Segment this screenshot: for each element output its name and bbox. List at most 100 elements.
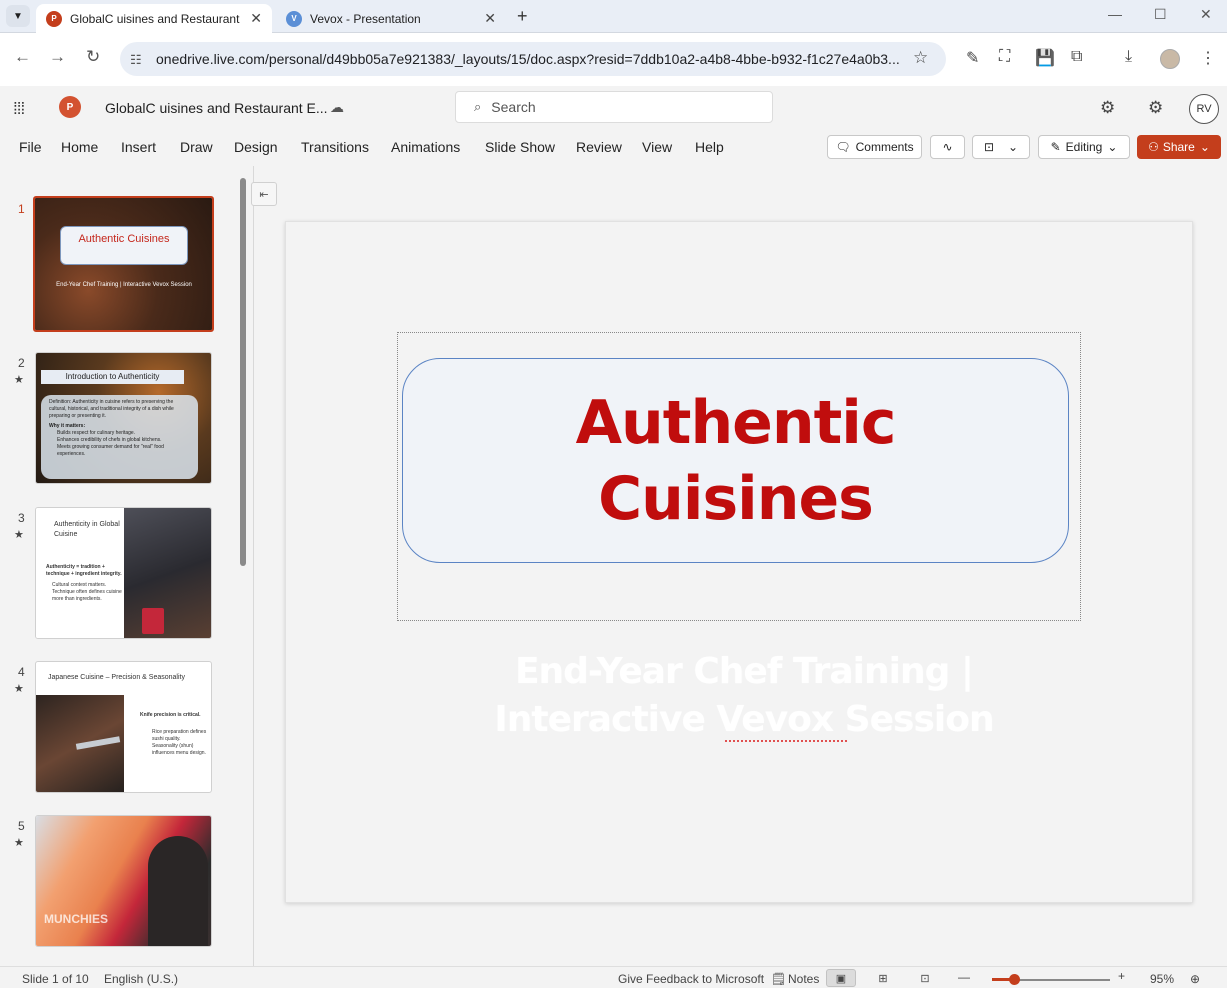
language-indicator[interactable]: English (U.S.) xyxy=(104,972,178,986)
fit-to-window-icon[interactable]: ⊕ xyxy=(1190,972,1200,986)
pane-divider[interactable] xyxy=(253,166,254,966)
url-field[interactable]: onedrive.live.com/personal/d49bb05a7e921… xyxy=(120,42,946,76)
slide-number: 2 xyxy=(18,356,25,370)
minimize-icon[interactable]: — xyxy=(1108,6,1122,22)
app-launcher-icon[interactable]: ⁞⁞⁞ xyxy=(13,99,25,119)
thumb-title: Japanese Cuisine – Precision & Seasonali… xyxy=(48,674,185,681)
search-icon: ⌕ xyxy=(474,99,482,114)
chevron-down-icon[interactable]: ⌄ xyxy=(1008,140,1018,154)
reload-icon[interactable]: ↻ xyxy=(86,47,100,67)
thumb-title: Introduction to Authenticity xyxy=(41,370,184,384)
browser-tab-presentation[interactable]: P GlobalC uisines and Restaurant ✕ xyxy=(36,4,272,33)
menu-review[interactable]: Review xyxy=(576,139,622,155)
tab-title: Vevox - Presentation xyxy=(310,11,421,26)
extension-pen-icon[interactable]: ✎ xyxy=(966,48,979,68)
settings-gear-icon[interactable]: ⚙ xyxy=(1100,98,1115,118)
zoom-out-icon[interactable]: — xyxy=(958,970,970,984)
comments-button[interactable]: 🗨 Comments xyxy=(827,135,922,159)
new-tab-icon[interactable]: + xyxy=(517,6,528,27)
thumb-bullet: Authenticity = tradition + technique + i… xyxy=(46,564,122,577)
maximize-icon[interactable]: ☐ xyxy=(1154,6,1167,23)
menu-animations[interactable]: Animations xyxy=(391,139,460,155)
thumb-bullet: Definition: Authenticity in cuisine refe… xyxy=(49,399,174,419)
menu-file[interactable]: File xyxy=(19,139,42,155)
account-settings-gear-icon[interactable]: ⚙ xyxy=(1148,98,1163,118)
share-button[interactable]: ⚇ Share ⌄ xyxy=(1137,135,1221,159)
slide-thumbnail-3[interactable]: Authenticity in Global Cuisine Authentic… xyxy=(35,507,212,639)
menu-design[interactable]: Design xyxy=(234,139,278,155)
ribbon-menu-bar: File Home Insert Draw Design Transitions… xyxy=(0,130,1227,166)
thumbnails-scrollbar[interactable] xyxy=(240,178,246,566)
pencil-icon: ✎ xyxy=(1050,140,1061,154)
window-close-icon[interactable]: ✕ xyxy=(1200,6,1212,23)
thumb-title: Authenticity in Global Cuisine xyxy=(54,521,120,538)
tab-search-button[interactable]: ▼ xyxy=(6,5,30,27)
cloud-sync-icon[interactable]: ☁ xyxy=(330,99,344,116)
slide-thumbnail-4[interactable]: Japanese Cuisine – Precision & Seasonali… xyxy=(35,661,212,793)
close-icon[interactable]: ✕ xyxy=(250,10,262,27)
menu-insert[interactable]: Insert xyxy=(121,139,156,155)
reading-view-button[interactable]: ⊡ xyxy=(910,969,940,987)
red-stool-shape xyxy=(142,608,164,634)
powerpoint-logo-icon[interactable]: P xyxy=(59,96,81,118)
chevron-down-icon: ⌄ xyxy=(1107,140,1118,154)
slide-number: 1 xyxy=(18,202,25,216)
comment-icon: 🗨 xyxy=(835,140,851,154)
slide-number: 5 xyxy=(18,819,25,833)
slide-thumbnail-1[interactable]: Authentic Cuisines End-Year Chef Trainin… xyxy=(33,196,214,332)
share-people-icon: ⚇ xyxy=(1148,140,1159,154)
extensions-puzzle-icon[interactable]: ⧉ xyxy=(1071,48,1082,66)
user-avatar[interactable]: RV xyxy=(1189,94,1219,124)
animation-star-icon: ★ xyxy=(14,529,24,541)
collapse-pane-icon[interactable]: ⇤ xyxy=(251,182,277,206)
present-icon: ⊡ xyxy=(983,140,994,154)
site-settings-icon[interactable]: ☷ xyxy=(130,52,142,68)
menu-view[interactable]: View xyxy=(642,139,672,155)
menu-transitions[interactable]: Transitions xyxy=(301,139,369,155)
normal-view-button[interactable]: ▣ xyxy=(826,969,856,987)
thumb-bullet: Meets growing consumer demand for "real"… xyxy=(57,444,164,457)
save-icon[interactable]: 💾 xyxy=(1035,48,1055,68)
normal-view-icon: ▣ xyxy=(835,972,847,985)
slide-subtitle[interactable]: End-Year Chef Training | Interactive Vev… xyxy=(440,648,1048,744)
thumb-bullet: Technique often defines cuisine more tha… xyxy=(52,589,122,602)
close-icon[interactable]: ✕ xyxy=(484,10,496,27)
catch-up-button[interactable]: ∿ xyxy=(930,135,965,159)
chevron-down-icon: ⌄ xyxy=(1199,140,1210,154)
browser-menu-icon[interactable]: ⋮ xyxy=(1200,48,1216,68)
zoom-in-icon[interactable]: + xyxy=(1118,969,1125,983)
notes-button[interactable]: Notes xyxy=(788,972,819,986)
subtitle-line: Interactive Vevox Session xyxy=(494,699,994,740)
present-button[interactable]: ⊡ ⌄ xyxy=(972,135,1030,159)
powerpoint-icon: P xyxy=(46,10,62,27)
download-icon[interactable]: ⤓ xyxy=(1125,48,1132,66)
forward-arrow-icon[interactable]: → xyxy=(49,47,66,67)
menu-draw[interactable]: Draw xyxy=(180,139,213,155)
slide-title-box[interactable]: Authentic Cuisines xyxy=(402,358,1069,563)
thumb-bullet: Rice preparation defines sushi quality. xyxy=(152,729,207,742)
animation-star-icon: ★ xyxy=(14,837,24,849)
slide-thumbnail-5[interactable]: MUNCHIES xyxy=(35,815,212,947)
back-arrow-icon[interactable]: ← xyxy=(14,47,31,67)
address-bar-row: ← → ↻ onedrive.live.com/personal/d49bb05… xyxy=(0,33,1227,85)
menu-slide-show[interactable]: Slide Show xyxy=(485,139,555,155)
document-title[interactable]: GlobalC uisines and Restaurant E... xyxy=(105,100,328,116)
thumb-bullet: Enhances credibility of chefs in global … xyxy=(57,437,162,443)
browser-tab-vevox[interactable]: V Vevox - Presentation ✕ xyxy=(276,4,506,33)
screenshot-icon[interactable]: ⛶ xyxy=(999,48,1010,66)
spellcheck-underline xyxy=(725,738,847,742)
bookmark-star-icon[interactable]: ☆ xyxy=(913,48,928,68)
browser-profile-avatar[interactable] xyxy=(1160,49,1180,69)
feedback-link[interactable]: Give Feedback to Microsoft xyxy=(618,972,764,986)
search-input[interactable]: ⌕ Search xyxy=(455,91,773,123)
thumb-watermark: MUNCHIES xyxy=(44,912,109,926)
menu-home[interactable]: Home xyxy=(61,139,98,155)
slide-sorter-button[interactable]: ⊞ xyxy=(868,969,898,987)
menu-help[interactable]: Help xyxy=(695,139,724,155)
subtitle-line: End-Year Chef Training | xyxy=(514,651,974,692)
zoom-slider-thumb[interactable] xyxy=(1009,974,1020,985)
zoom-level[interactable]: 95% xyxy=(1150,972,1174,986)
thumb-body: Knife precision is critical. Rice prepar… xyxy=(140,712,211,757)
editing-mode-button[interactable]: ✎ Editing ⌄ xyxy=(1038,135,1130,159)
slide-thumbnail-2[interactable]: Introduction to Authenticity Definition:… xyxy=(35,352,212,484)
